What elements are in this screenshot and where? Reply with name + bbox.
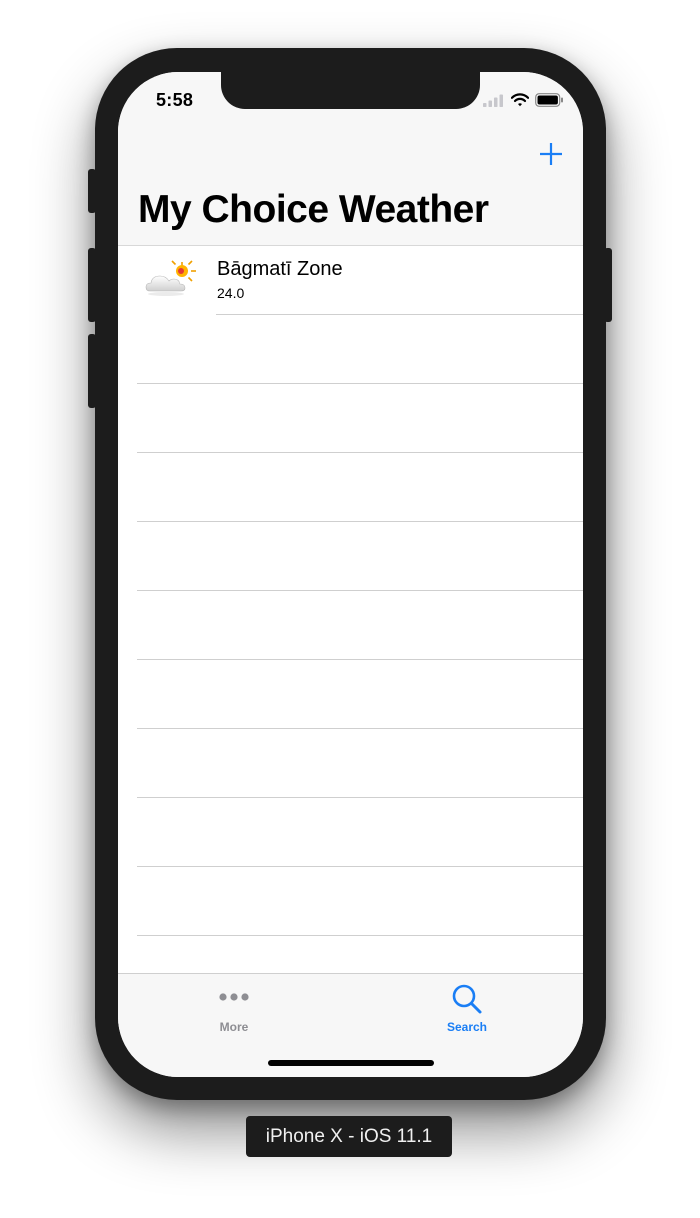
status-icons: [483, 93, 564, 107]
empty-row: [118, 867, 583, 936]
temperature-value: 24.0: [217, 285, 245, 301]
tab-more[interactable]: More: [118, 974, 350, 1044]
power-button: [604, 248, 612, 322]
empty-row: [118, 315, 583, 384]
row-separator: [137, 935, 583, 936]
empty-row: [118, 522, 583, 591]
tab-search-label: Search: [446, 1020, 488, 1034]
location-name: Bāgmatī Zone: [217, 258, 343, 280]
empty-row: [118, 798, 583, 867]
more-icon: [219, 993, 249, 1001]
silent-switch: [88, 169, 96, 213]
volume-down-button: [88, 334, 96, 408]
tab-search[interactable]: Search: [351, 974, 583, 1044]
weather-list: Bāgmatī Zone 24.0: [118, 246, 583, 936]
empty-row: [118, 660, 583, 729]
empty-row: [118, 591, 583, 660]
add-button[interactable]: [538, 141, 564, 167]
empty-row: [118, 453, 583, 522]
plus-icon: [540, 143, 562, 165]
tab-more-label: More: [219, 1020, 249, 1034]
empty-row: [118, 384, 583, 453]
notch: [221, 72, 480, 109]
volume-up-button: [88, 248, 96, 322]
partly-cloudy-icon: [145, 260, 196, 296]
empty-row: [118, 729, 583, 798]
battery-icon: [535, 93, 563, 107]
wifi-icon: [511, 93, 529, 107]
page-title: My Choice Weather: [138, 188, 489, 231]
status-time: 5:58: [156, 90, 194, 110]
home-indicator[interactable]: [268, 1060, 434, 1066]
device-label: iPhone X - iOS 11.1: [246, 1116, 452, 1157]
list-item[interactable]: Bāgmatī Zone 24.0: [118, 246, 583, 315]
cellular-signal-icon: [483, 94, 503, 107]
screen: My Choice Weather 5:58 Bāgmatī Zone 24.0…: [118, 72, 583, 1077]
search-icon: [452, 984, 482, 1014]
